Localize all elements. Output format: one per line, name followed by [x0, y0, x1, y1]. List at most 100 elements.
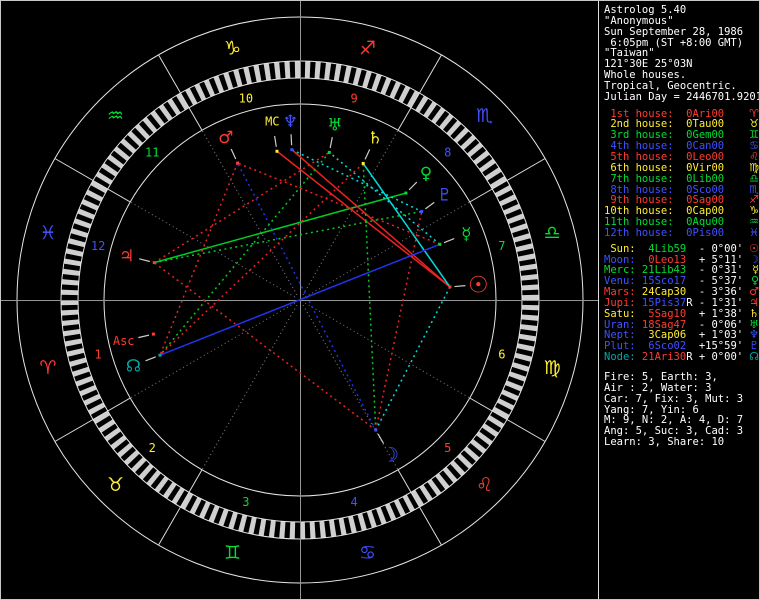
asc-label: Asc — [113, 334, 135, 348]
degree-dot — [152, 261, 156, 265]
virgo-sign-icon: ♍ — [544, 357, 561, 379]
pluto-icon: ♇ — [437, 186, 452, 206]
planet-row: Satu: 5Sag10 + 1°38' ♄ — [604, 307, 759, 320]
planet-uranus: ♅ — [327, 115, 342, 154]
house-number: 5 — [444, 441, 451, 455]
saturn-icon: ♄ — [368, 128, 383, 148]
degree-dot — [374, 428, 378, 432]
aspect-sun-sextile-saturn — [362, 162, 451, 288]
planet-list: Sun: 4Lib59 - 0°00' ☉ Moon: 0Leo13 + 5°11'… — [604, 242, 760, 364]
chart-info: Astrolog 5.40 "Anonymous" Sun September 28… — [604, 5, 760, 103]
gemini-sign-icon: ♊ — [224, 542, 241, 564]
zodiac-sign-icon: ♓ — [749, 225, 760, 239]
planet-mars: ♂ — [218, 128, 240, 165]
house-number: 7 — [498, 239, 505, 253]
aspect-jupiter-trine-pluto — [154, 210, 422, 264]
info-line-8: Julian Day = 2446701.9201 — [604, 90, 760, 103]
degree-pointer — [364, 149, 371, 160]
degree-dot — [236, 161, 240, 165]
aspect-moon-sesquiquadrate-jupiter — [153, 262, 377, 431]
moon-icon: ☽ — [381, 443, 399, 467]
aspect-saturn-sesquiquadrate-node — [159, 162, 364, 356]
sun-icon: ☉ — [468, 273, 489, 299]
node-icon: ☊ — [126, 357, 141, 377]
degree-pointer — [329, 137, 333, 149]
degree-pointer — [290, 134, 293, 146]
planet-icon: ☊ — [749, 350, 760, 364]
house-number: 11 — [145, 145, 159, 159]
degree-dot — [275, 149, 279, 153]
degree-dot — [361, 161, 365, 165]
planet-label: Satu: — [604, 307, 636, 320]
chart-statistics: Fire: 5, Earth: 3, Air : 2, Water: 3 Car: … — [604, 372, 759, 449]
libra-sign-icon: ♎ — [544, 222, 561, 244]
planet-venus: ♀ — [404, 164, 432, 195]
house-number: 6 — [498, 347, 505, 361]
cancer-sign-icon: ♋ — [359, 542, 376, 564]
aries-sign-icon: ♈ — [39, 357, 56, 379]
aspect-moon-square-pluto — [375, 211, 423, 431]
aspect-neptune-sextile-pluto — [291, 149, 423, 213]
capricorn-sign-icon: ♑ — [224, 38, 241, 60]
planet-position: 4Lib59 — [635, 242, 687, 255]
chart-wheel-panel: 1 2 3 4 5 6 7 8 9 10 11 12 ♈ ♉ ♊ ♋ ♌ ♍ ♎ ♏ ♐ ♑ ♒ ♓ ☉ ☽ ☿ ♀ ♂ ♃ ♄ ♅ ♆ ♇ ☊ As… — [1, 1, 598, 599]
degree-dot — [404, 191, 408, 195]
degree-pointer — [139, 258, 151, 263]
planet-position: 21Ari30 — [635, 351, 687, 364]
aspect-moon-opposition-mars — [236, 162, 377, 431]
house-cusp-text: 12th house: 0Pis00 — [604, 226, 725, 239]
natal-chart-wheel: 123 456789101112♈♉♊ ♋♌♍♎♏♐♑♒♓☉☽☿♀♂♃♄♅♆♇☊As… — [1, 1, 598, 599]
planet-velocity: - 0°00' — [692, 242, 744, 255]
mc-label: MC — [265, 114, 279, 128]
planet-velocity: + 1°38' — [692, 307, 744, 320]
planet-label: Node: — [604, 351, 636, 364]
aspect-mercury-opposition-node — [159, 243, 441, 356]
degree-dot — [151, 332, 155, 336]
planet-mc: MC — [265, 114, 280, 153]
planet-velocity: + 0°00' — [692, 351, 744, 364]
scorpio-sign-icon: ♏ — [476, 105, 493, 127]
aspect-sun-sextile-moon — [375, 286, 451, 431]
degree-pointer — [424, 201, 435, 210]
planet-row: Sun: 4Lib59 - 0°00' ☉ — [604, 242, 759, 255]
planet-moon: ☽ — [374, 428, 399, 467]
stat-line-6: Learn: 3, Share: 10 — [604, 436, 725, 449]
sidebar: Astrolog 5.40 "Anonymous" Sun September 28… — [598, 1, 760, 599]
house-cusp-line — [302, 130, 399, 296]
degree-pointer — [443, 238, 455, 244]
taurus-sign-icon: ♉ — [107, 474, 124, 496]
stat-line-2: Car: 7, Fix: 3, Mut: 3 — [604, 392, 744, 405]
degree-dot — [448, 285, 452, 289]
degree-pointer — [454, 284, 466, 288]
planet-mercury: ☿ — [438, 225, 472, 246]
degree-pointer — [274, 135, 277, 147]
house-number: 1 — [95, 347, 102, 361]
house-number: 4 — [350, 495, 357, 509]
venus-icon: ♀ — [420, 164, 432, 184]
planet-pluto: ♇ — [420, 186, 452, 213]
neptune-icon: ♆ — [283, 112, 298, 132]
degree-pointer — [145, 356, 157, 362]
mercury-icon: ☿ — [461, 225, 471, 245]
house-cusp-line — [201, 304, 298, 470]
degree-dot — [438, 242, 442, 246]
aspect-venus-trine-jupiter — [154, 192, 407, 264]
astrolog-window: 1 2 3 4 5 6 7 8 9 10 11 12 ♈ ♉ ♊ ♋ ♌ ♍ ♎ ♏ ♐ ♑ ♒ ♓ ☉ ☽ ☿ ♀ ♂ ♃ ♄ ♅ ♆ ♇ ☊ As… — [0, 0, 760, 600]
sagittarius-sign-icon: ♐ — [359, 38, 376, 60]
house-row: 12th house: 0Pis00 ♓ — [604, 225, 760, 239]
mars-icon: ♂ — [218, 128, 233, 148]
jupiter-icon: ♃ — [119, 246, 134, 266]
planet-asc: Asc — [113, 332, 155, 348]
degree-dot — [158, 353, 162, 357]
house-number: 10 — [239, 91, 253, 105]
house-number: 9 — [350, 91, 357, 105]
aquarius-sign-icon: ♒ — [107, 105, 124, 127]
degree-pointer — [230, 148, 237, 160]
house-number: 12 — [91, 239, 105, 253]
planet-node: ☊ — [126, 353, 162, 377]
house-number: 8 — [444, 145, 451, 159]
uranus-icon: ♅ — [327, 115, 342, 135]
house-row: 7th house: 0Lib00 ♎ — [604, 173, 759, 185]
info-line-2: Sun September 28, 1986 — [604, 25, 744, 38]
planet-label: Sun: — [604, 242, 636, 255]
